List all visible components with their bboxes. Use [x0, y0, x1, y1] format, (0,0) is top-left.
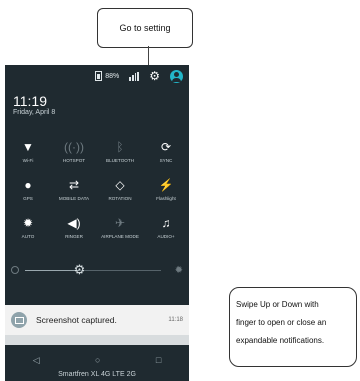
image-icon [11, 312, 27, 328]
status-bar: 88% ⚙ [5, 65, 189, 87]
battery-icon [95, 71, 103, 81]
brightness-slider[interactable]: ⚙ ✹ [11, 262, 183, 278]
quick-tile-audio-plus[interactable]: ♫ AUDIO+ [143, 214, 189, 244]
clock-date: Friday, April 8 [13, 109, 56, 116]
notification-screenshot[interactable]: Screenshot captured. 11:18 [5, 305, 189, 335]
flashlight-icon: ⚡ [158, 178, 174, 192]
quick-tile-brightness-auto[interactable]: ✹ AUTO [5, 214, 51, 244]
home-icon[interactable]: ○ [95, 355, 100, 365]
quick-tile-label: SYNC [159, 158, 173, 163]
quick-tile-sync[interactable]: ⟳ SYNC [143, 138, 189, 168]
battery-percent: 88% [105, 72, 120, 80]
audio-plus-icon: ♫ [161, 216, 171, 230]
callout-line-1: Swipe Up or Down with [236, 300, 319, 309]
brightness-low-icon [11, 266, 19, 274]
notification-time: 11:18 [168, 317, 183, 323]
quick-tile-label: GPS [23, 196, 33, 201]
quick-tile-label: BLUETOOTH [106, 158, 134, 163]
quick-tile-flashlight[interactable]: ⚡ Flashlight [143, 176, 189, 206]
rotation-icon: ◇ [115, 178, 125, 192]
callout-line-3: expandable notifications. [236, 336, 325, 345]
location-icon: ● [24, 178, 32, 192]
notification-text: Screenshot captured. [36, 315, 117, 325]
account-icon[interactable] [170, 69, 183, 83]
quick-tile-hotspot[interactable]: ((·)) HOTSPOT [51, 138, 97, 168]
battery-indicator: 88% [95, 71, 119, 81]
quick-tile-label: Wi-Fi [22, 158, 34, 163]
quick-tile-label: RINGER [65, 234, 83, 239]
hotspot-icon: ((·)) [64, 140, 84, 154]
recents-icon[interactable]: □ [156, 355, 161, 365]
callout-go-to-setting: Go to setting [97, 8, 193, 48]
brightness-fill [25, 270, 80, 271]
quick-tile-label: ROTATION [108, 196, 132, 201]
back-icon[interactable]: ◁ [33, 355, 40, 366]
quick-tile-airplane[interactable]: ✈ AIRPLANE MODE [97, 214, 143, 244]
brightness-high-icon: ✹ [174, 264, 183, 276]
callout-swipe-instructions: Swipe Up or Down with finger to open or … [229, 287, 357, 367]
quick-tile-wifi[interactable]: ▼ Wi-Fi [5, 138, 51, 168]
carrier-label: Smartfren XL 4G LTE 2G [58, 371, 136, 378]
airplane-icon: ✈ [114, 216, 126, 230]
quick-tile-label: MOBILE DATA [58, 196, 90, 201]
wifi-icon: ▼ [22, 140, 34, 154]
signal-bars-icon [129, 71, 140, 81]
quick-tile-mobile-data[interactable]: ⇄ MOBILE DATA [51, 176, 97, 206]
notification-stack-edge [5, 335, 189, 345]
quick-tile-label: Flashlight [156, 196, 176, 201]
ringer-icon: ◀) [67, 216, 81, 230]
quick-tile-location[interactable]: ● GPS [5, 176, 51, 206]
quick-settings-grid: ▼ Wi-Fi ((·)) HOTSPOT ᛒ BLUETOOTH ⟳ SYNC ● GPS ⇄ MO… [5, 138, 189, 244]
quick-tile-rotation[interactable]: ◇ ROTATION [97, 176, 143, 206]
quick-tile-label: AIRPLANE MODE [101, 234, 139, 239]
gear-icon[interactable]: ⚙ [149, 69, 160, 83]
mobile-data-icon: ⇄ [68, 178, 80, 192]
callout-line-2: finger to open or close an [236, 318, 327, 327]
quick-tile-label: AUTO [21, 234, 35, 239]
brightness-auto-icon: ✹ [22, 216, 34, 230]
sync-icon: ⟳ [160, 140, 172, 154]
phone-screen: 88% ⚙ 11:19 Friday, April 8 ▼ Wi-Fi ((·)) H… [5, 65, 189, 381]
quick-tile-bluetooth[interactable]: ᛒ BLUETOOTH [97, 138, 143, 168]
navigation-bar: ◁ ○ □ [5, 353, 189, 367]
quick-tile-label: AUDIO+ [157, 234, 175, 239]
clock-time: 11:19 [13, 93, 47, 109]
quick-tile-label: HOTSPOT [62, 158, 86, 163]
callout-go-to-setting-text: Go to setting [119, 23, 171, 33]
brightness-thumb[interactable]: ⚙ [72, 263, 86, 277]
bluetooth-icon: ᛒ [116, 140, 124, 154]
quick-tile-ringer[interactable]: ◀) RINGER [51, 214, 97, 244]
